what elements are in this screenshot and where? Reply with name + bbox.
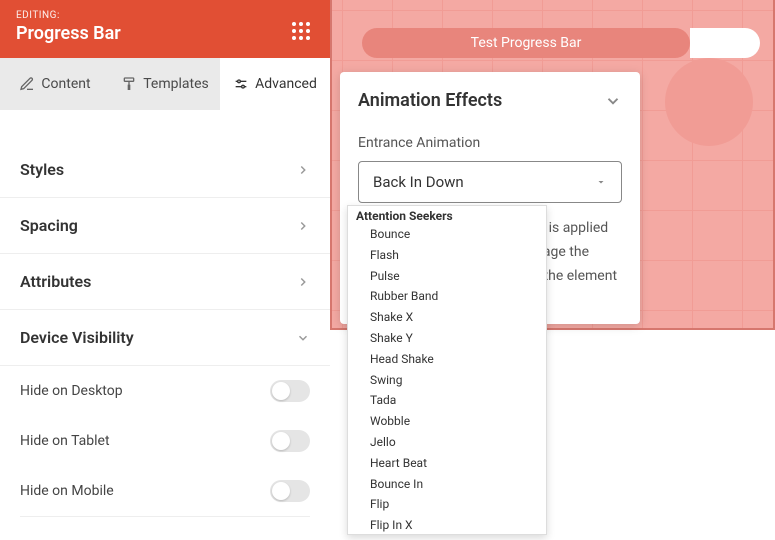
paint-icon (121, 76, 137, 92)
tab-bar: Content Templates Advanced (0, 58, 330, 110)
hide-mobile-toggle[interactable] (270, 480, 310, 502)
dropdown-item[interactable]: Jello (348, 432, 546, 453)
apps-icon[interactable] (292, 22, 310, 40)
hide-desktop-label: Hide on Desktop (20, 383, 123, 399)
caret-down-icon (595, 176, 607, 188)
section-spacing[interactable]: Spacing (0, 198, 330, 254)
toggle-row-hide-tablet: Hide on Tablet (0, 416, 330, 466)
dropdown-group-attention: Attention Seekers (348, 206, 546, 224)
chevron-down-icon[interactable] (604, 92, 622, 110)
dropdown-item[interactable]: Heart Beat (348, 453, 546, 474)
editing-label: EDITING: (16, 10, 314, 21)
section-attributes-label: Attributes (20, 272, 91, 291)
dropdown-item[interactable]: Pulse (348, 266, 546, 287)
editor-title: Progress Bar (16, 23, 314, 44)
dropdown-item[interactable]: Flip (348, 494, 546, 515)
chevron-right-icon (296, 219, 310, 233)
select-value: Back In Down (373, 173, 464, 191)
editor-header: EDITING: Progress Bar (0, 0, 330, 58)
toggle-row-hide-mobile: Hide on Mobile (0, 466, 330, 516)
hide-tablet-label: Hide on Tablet (20, 433, 110, 449)
dropdown-item[interactable]: Swing (348, 370, 546, 391)
chevron-right-icon (296, 163, 310, 177)
dropdown-item[interactable]: Bounce (348, 224, 546, 245)
dropdown-item[interactable]: Bounce In (348, 474, 546, 495)
tab-templates[interactable]: Templates (110, 58, 220, 110)
divider (20, 516, 310, 517)
tab-content-label: Content (41, 76, 90, 92)
section-styles-label: Styles (20, 160, 64, 179)
dropdown-item[interactable]: Flash (348, 245, 546, 266)
section-attributes[interactable]: Attributes (0, 254, 330, 310)
section-device-visibility-label: Device Visibility (20, 328, 134, 347)
sliders-icon (233, 76, 249, 92)
tab-content[interactable]: Content (0, 58, 110, 110)
dropdown-item[interactable]: Flip In X (348, 515, 546, 535)
hide-mobile-label: Hide on Mobile (20, 483, 114, 499)
tab-advanced-label: Advanced (255, 76, 317, 92)
section-device-visibility[interactable]: Device Visibility (0, 310, 330, 366)
hide-tablet-toggle[interactable] (270, 430, 310, 452)
chevron-down-icon (296, 331, 310, 345)
entrance-animation-select[interactable]: Back In Down (358, 161, 622, 203)
dropdown-items-attention: BounceFlashPulseRubber BandShake XShake … (348, 224, 546, 535)
progress-bar-track (690, 28, 760, 58)
section-styles[interactable]: Styles (0, 142, 330, 198)
progress-bar-label: Test Progress Bar (471, 35, 582, 51)
progress-bar-fill[interactable]: Test Progress Bar (362, 28, 690, 58)
chevron-right-icon (296, 275, 310, 289)
animation-dropdown: Attention Seekers BounceFlashPulseRubber… (347, 205, 547, 535)
toggle-row-hide-desktop: Hide on Desktop (0, 366, 330, 416)
dropdown-item[interactable]: Rubber Band (348, 286, 546, 307)
hide-desktop-toggle[interactable] (270, 380, 310, 402)
editor-sidebar: EDITING: Progress Bar Content Templates … (0, 0, 330, 540)
pencil-icon (19, 76, 35, 92)
tab-templates-label: Templates (143, 76, 209, 92)
entrance-animation-label: Entrance Animation (358, 135, 622, 151)
dropdown-item[interactable]: Shake Y (348, 328, 546, 349)
section-spacing-label: Spacing (20, 216, 78, 235)
dropdown-item[interactable]: Head Shake (348, 349, 546, 370)
dropdown-item[interactable]: Wobble (348, 411, 546, 432)
dropdown-item[interactable]: Shake X (348, 307, 546, 328)
panel-title: Animation Effects (358, 90, 502, 111)
dropdown-item[interactable]: Tada (348, 390, 546, 411)
tab-advanced[interactable]: Advanced (220, 58, 330, 110)
